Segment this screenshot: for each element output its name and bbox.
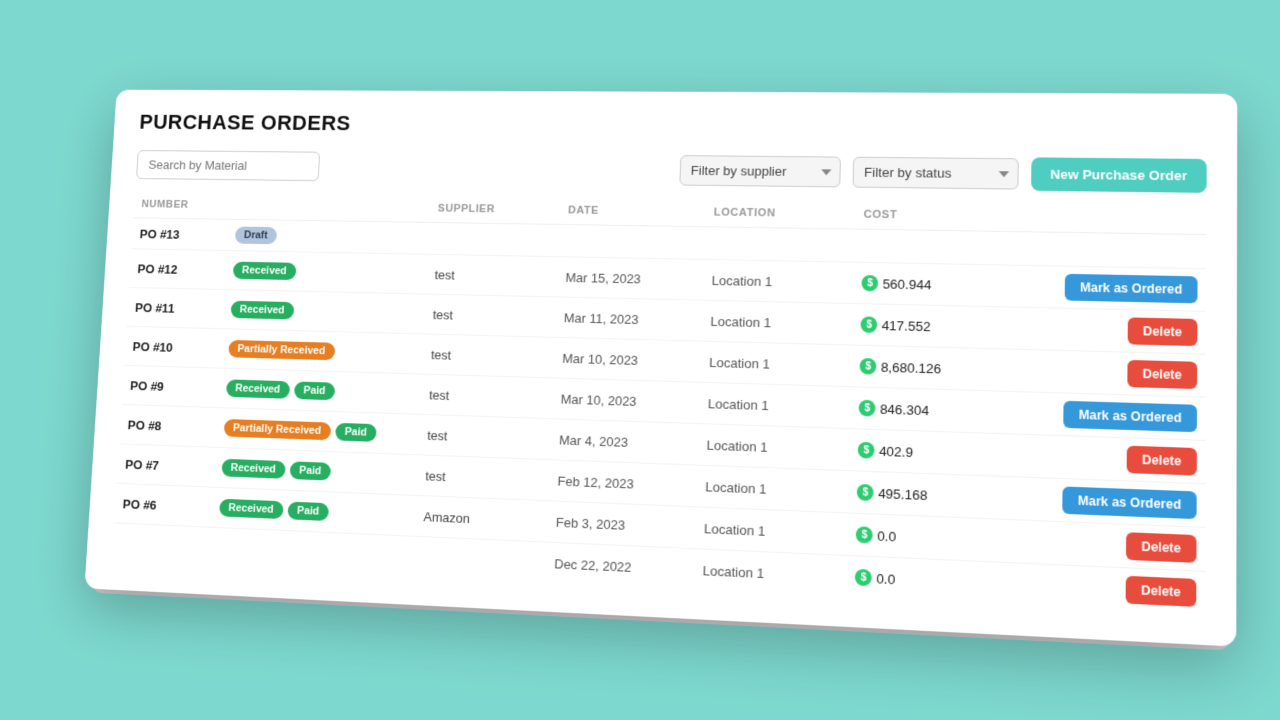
status-badge-received: Received	[232, 262, 296, 280]
date-cell: Feb 3, 2023	[547, 501, 696, 549]
delete-button[interactable]: Delete	[1126, 576, 1197, 607]
location-cell: Location 1	[697, 465, 850, 513]
search-input[interactable]	[136, 150, 320, 181]
status-badge-received: Received	[219, 499, 284, 519]
po-number: PO #13	[139, 226, 180, 241]
action-cell: Delete	[1006, 349, 1206, 397]
cost-cell: $846.304	[850, 387, 1006, 434]
date-cell: Mar 11, 2023	[555, 297, 703, 341]
dollar-icon: $	[855, 569, 872, 586]
col-header-cost: COST	[855, 203, 1009, 232]
cost-cell: $0.0	[846, 555, 1003, 605]
col-header-action	[1009, 205, 1207, 235]
filter-status-select[interactable]: Filter by status	[853, 157, 1019, 190]
dollar-icon: $	[861, 316, 878, 333]
cost-value: 8,680.126	[881, 359, 942, 376]
cost-value: 495.168	[878, 485, 928, 502]
dollar-icon: $	[860, 358, 877, 375]
cost-value: 0.0	[877, 528, 896, 544]
location-cell	[704, 227, 855, 262]
status-badge-received: Received	[230, 301, 294, 320]
filter-supplier-select[interactable]: Filter by supplier	[679, 155, 841, 187]
new-purchase-order-button[interactable]: New Purchase Order	[1031, 157, 1207, 192]
location-cell: Location 1	[699, 382, 851, 428]
dollar-icon: $	[862, 275, 879, 291]
col-header-number: NUMBER	[134, 193, 225, 219]
status-badge-partial: Partially Received	[223, 419, 331, 440]
cost-cell: $8,680.126	[851, 345, 1006, 391]
status-badge-paid: Paid	[335, 423, 377, 442]
po-number: PO #6	[122, 496, 157, 512]
mark-as-ordered-button[interactable]: Mark as Ordered	[1065, 274, 1198, 304]
col-header-supplier: SUPPLIER	[430, 197, 561, 225]
action-cell: Delete	[1005, 434, 1206, 484]
cost-cell: $402.9	[849, 429, 1005, 477]
supplier-cell: test	[421, 374, 554, 419]
col-header-status	[223, 194, 431, 222]
date-cell: Mar 15, 2023	[557, 257, 704, 300]
dollar-icon: $	[858, 442, 875, 459]
status-badge-received: Received	[226, 379, 290, 398]
cost-cell: $417.552	[852, 304, 1007, 350]
location-cell: Location 1	[703, 259, 854, 303]
location-cell: Location 1	[695, 507, 848, 556]
action-cell: Delete	[1003, 562, 1205, 614]
cost-cell: $0.0	[847, 513, 1004, 562]
status-badge-paid: Paid	[289, 461, 331, 480]
dollar-icon: $	[859, 400, 876, 417]
location-cell: Location 1	[694, 549, 847, 598]
mark-as-ordered-button[interactable]: Mark as Ordered	[1063, 486, 1197, 519]
status-badge-received: Received	[221, 459, 286, 479]
col-header-date: DATE	[560, 199, 706, 227]
page-title: PURCHASE ORDERS	[139, 110, 1207, 143]
supplier-cell	[428, 222, 560, 256]
date-cell: Mar 4, 2023	[551, 419, 700, 465]
mark-as-ordered-button[interactable]: Mark as Ordered	[1064, 401, 1198, 432]
supplier-cell: test	[419, 414, 552, 459]
dollar-icon: $	[857, 484, 874, 501]
cost-value: 402.9	[879, 443, 913, 460]
date-cell: Mar 10, 2023	[552, 378, 700, 424]
delete-button[interactable]: Delete	[1126, 532, 1197, 563]
date-cell	[559, 224, 706, 259]
delete-button[interactable]: Delete	[1128, 317, 1198, 346]
cost-value: 846.304	[880, 401, 929, 418]
status-badge-paid: Paid	[294, 381, 336, 400]
location-cell: Location 1	[702, 300, 853, 345]
location-cell: Location 1	[698, 424, 850, 471]
po-number: PO #10	[132, 339, 173, 354]
supplier-cell: test	[426, 254, 558, 297]
supplier-cell: test	[422, 334, 555, 378]
po-number: PO #8	[127, 417, 162, 433]
date-cell: Feb 12, 2023	[549, 460, 698, 507]
status-badge-paid: Paid	[287, 502, 329, 521]
po-number: PO #7	[125, 457, 160, 473]
date-cell: Dec 22, 2022	[546, 542, 696, 590]
supplier-cell: test	[424, 294, 557, 337]
supplier-cell	[413, 536, 547, 583]
po-number: PO #11	[135, 300, 175, 315]
cost-cell	[854, 229, 1008, 265]
action-cell: Delete	[1007, 307, 1206, 354]
cost-value: 560.944	[882, 276, 931, 292]
supplier-cell: test	[417, 455, 551, 501]
delete-button[interactable]: Delete	[1127, 446, 1197, 476]
col-header-location: LOCATION	[705, 201, 855, 230]
delete-button[interactable]: Delete	[1127, 360, 1197, 389]
supplier-cell: Amazon	[415, 495, 549, 542]
location-cell: Location 1	[701, 341, 853, 387]
cost-value: 0.0	[876, 570, 895, 587]
cost-cell: $560.944	[853, 262, 1008, 307]
status-badge-draft: Draft	[234, 226, 277, 244]
dollar-icon: $	[856, 526, 873, 543]
po-number: PO #9	[130, 378, 164, 393]
date-cell: Mar 10, 2023	[554, 337, 702, 382]
action-cell	[1008, 231, 1206, 268]
po-number: PO #12	[137, 261, 178, 276]
action-cell: Mark as Ordered	[1006, 391, 1206, 440]
cost-cell: $495.168	[848, 471, 1005, 520]
cost-value: 417.552	[882, 317, 931, 333]
status-badge-partial: Partially Received	[228, 340, 335, 360]
action-cell: Mark as Ordered	[1007, 265, 1206, 311]
